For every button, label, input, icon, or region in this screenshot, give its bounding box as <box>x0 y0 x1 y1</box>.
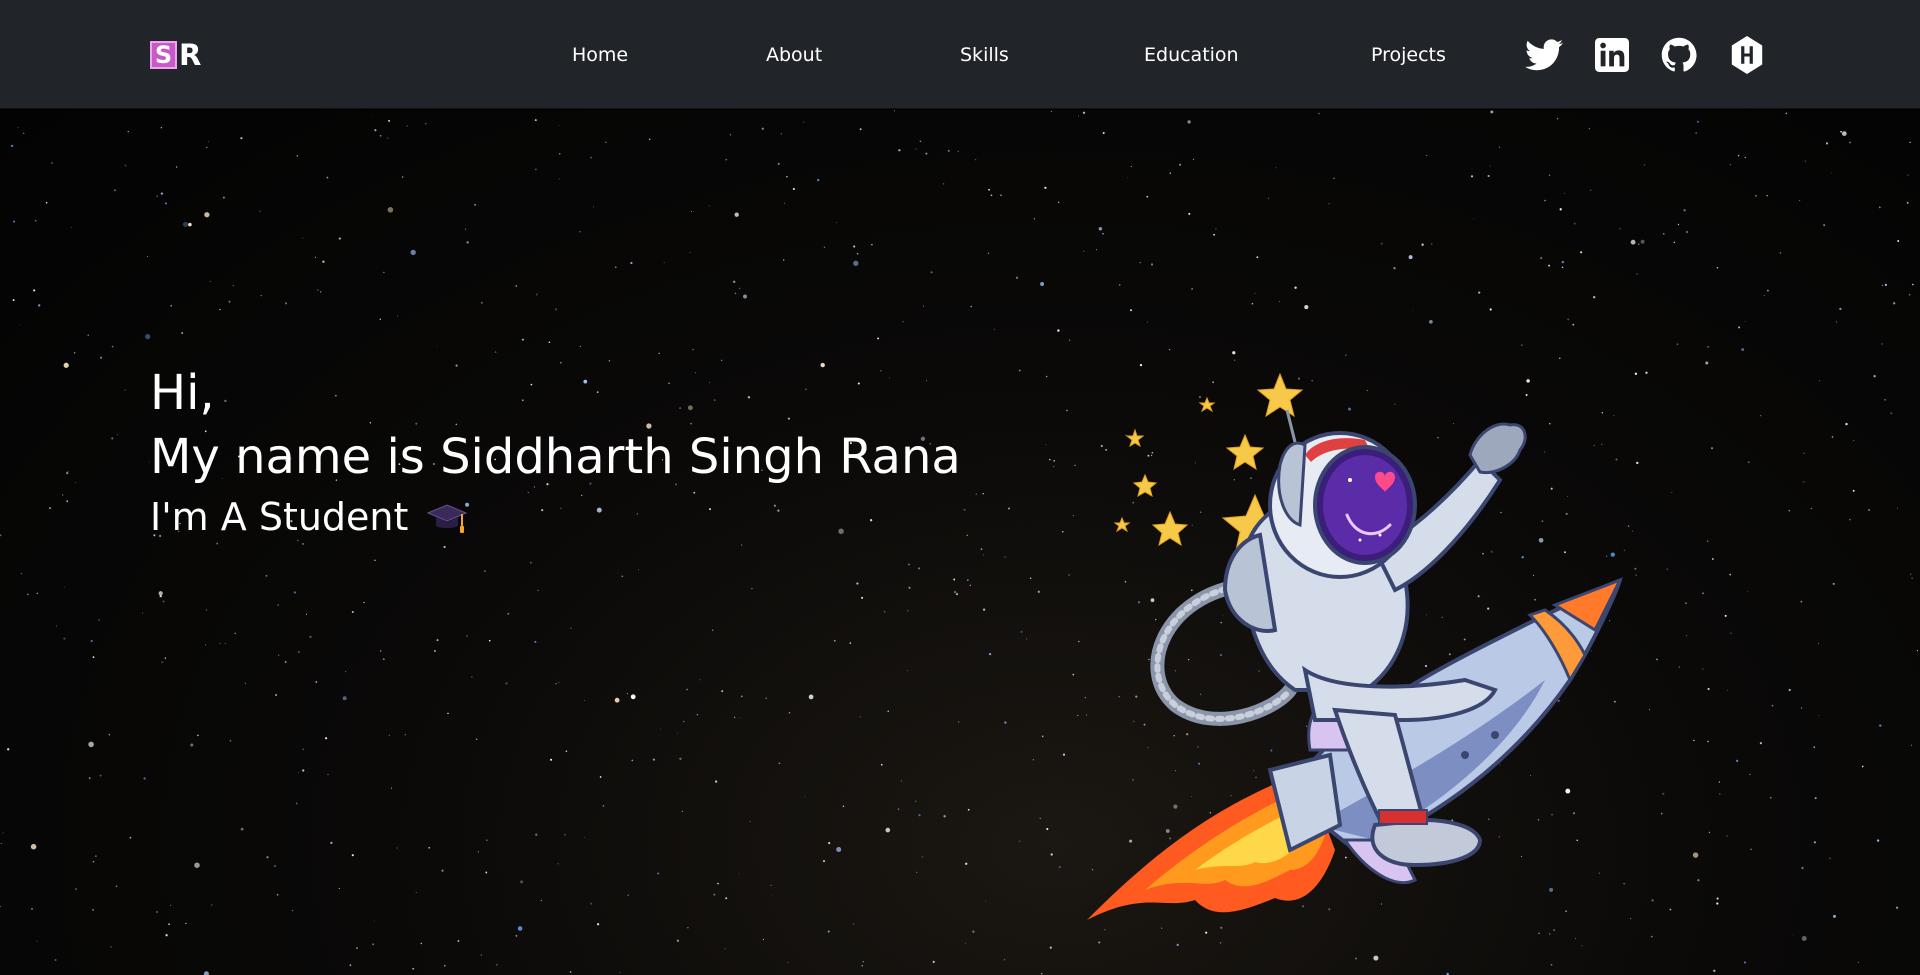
linkedin-icon <box>1595 38 1629 72</box>
site-logo[interactable]: S R <box>150 40 208 70</box>
role-line: I'm A Student <box>150 493 961 541</box>
github-link[interactable] <box>1660 36 1698 74</box>
astronaut-helmet <box>1268 409 1417 579</box>
greeting-heading: Hi, <box>150 365 215 421</box>
hashnode-icon <box>1731 36 1763 74</box>
logo-letter-r: R <box>179 38 202 72</box>
hashnode-link[interactable] <box>1728 36 1766 74</box>
astronaut-rocket-illustration <box>1087 372 1624 920</box>
graduation-cap-icon <box>427 504 468 533</box>
nav-education-link[interactable]: Education <box>1144 44 1239 66</box>
nav-home-link[interactable]: Home <box>572 44 628 66</box>
name-heading: My name is Siddharth Singh Rana <box>150 429 961 485</box>
nav-about-link[interactable]: About <box>766 44 822 66</box>
twitter-icon <box>1525 39 1563 71</box>
github-icon <box>1661 37 1697 72</box>
intro-text-block: Hi, My name is Siddharth Singh Rana I'm … <box>150 365 961 541</box>
navbar: S R Home About Skills Education Projects <box>0 0 1920 109</box>
nav-skills-link[interactable]: Skills <box>960 44 1009 66</box>
role-text: I'm A Student <box>150 495 409 539</box>
hero-section: Hi, My name is Siddharth Singh Rana I'm … <box>0 110 1920 975</box>
linkedin-link[interactable] <box>1593 36 1631 74</box>
logo-letter-s: S <box>150 41 177 69</box>
nav-projects-link[interactable]: Projects <box>1371 44 1446 66</box>
twitter-link[interactable] <box>1525 36 1563 74</box>
